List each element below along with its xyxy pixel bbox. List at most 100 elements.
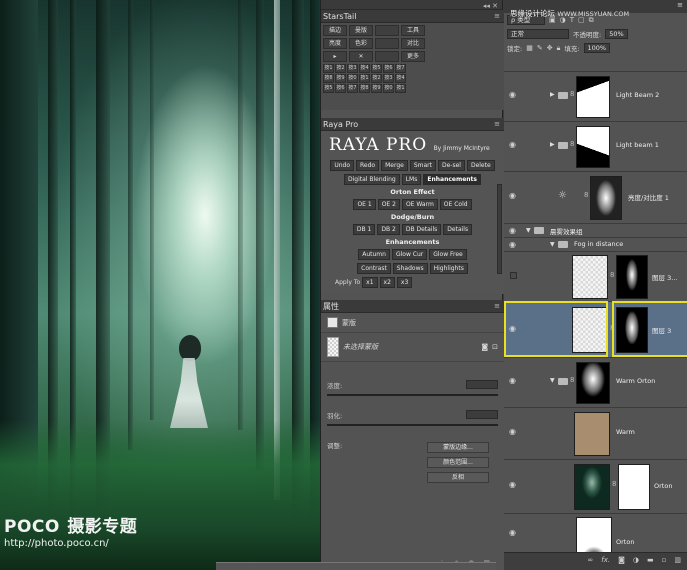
eye-icon[interactable]: ◉	[509, 480, 516, 489]
lock-transparent-icon[interactable]: ▦	[526, 44, 533, 53]
add-mask-icon[interactable]: ◙	[618, 556, 625, 567]
layer-mask-thumbnail[interactable]	[576, 76, 610, 118]
deselect-button[interactable]: De-sel	[437, 160, 465, 171]
st-small-button[interactable]: 按9	[335, 74, 346, 83]
st-small-button[interactable]: 按7	[395, 64, 406, 73]
layer-thumbnail[interactable]	[574, 464, 610, 510]
oe-cold-button[interactable]: OE Cold	[439, 199, 472, 210]
color-range-button[interactable]: 颜色范围...	[427, 457, 489, 468]
panel-menu-icon[interactable]: ≡	[494, 300, 500, 313]
apply-x3-button[interactable]: x3	[396, 277, 413, 288]
st-small-button[interactable]: 按1	[323, 64, 334, 73]
details-button[interactable]: Details	[443, 224, 473, 235]
st-button[interactable]: ✕	[349, 51, 373, 62]
pixel-mask-icon[interactable]: ◙	[481, 343, 488, 351]
undo-button[interactable]: Undo	[330, 160, 355, 171]
autumn-button[interactable]: Autumn	[358, 249, 390, 260]
link-icon[interactable]: 8	[610, 271, 614, 279]
st-small-button[interactable]: 按8	[359, 84, 370, 93]
fill-input[interactable]: 100%	[583, 43, 611, 53]
st-small-button[interactable]: 按4	[359, 64, 370, 73]
lock-paint-icon[interactable]: ✎	[537, 44, 543, 53]
link-layers-icon[interactable]: ∞	[587, 556, 593, 567]
eye-icon[interactable]: ◉	[509, 90, 516, 99]
tab-lms[interactable]: LMs	[401, 174, 422, 185]
panel-menu-icon[interactable]: ≡	[494, 10, 500, 23]
st-small-button[interactable]: 按9	[371, 84, 382, 93]
opacity-input[interactable]: 50%	[605, 29, 628, 39]
st-small-button[interactable]: 按4	[395, 74, 406, 83]
delete-button[interactable]: Delete	[466, 160, 495, 171]
layer-row[interactable]: ◉ ▶ 8 Light beam 1	[504, 121, 687, 171]
st-button[interactable]: 色彩	[349, 38, 373, 49]
group-row[interactable]: ◉ ▼ 晨雾效果组	[504, 223, 687, 237]
st-button[interactable]	[375, 38, 399, 49]
adjustment-layer-icon[interactable]: ◑	[633, 556, 639, 567]
st-small-button[interactable]: 按5	[371, 64, 382, 73]
st-small-button[interactable]: 按0	[347, 74, 358, 83]
layer-mask-thumbnail[interactable]	[618, 464, 650, 510]
raya-scrollbar[interactable]	[497, 184, 502, 274]
vector-mask-icon[interactable]: ⊡	[492, 343, 498, 351]
st-small-button[interactable]: 按0	[383, 84, 394, 93]
eye-icon[interactable]: ◉	[509, 140, 516, 149]
layer-thumbnail[interactable]	[574, 412, 610, 456]
starstail-tab[interactable]: StarsTail ≡	[321, 10, 504, 23]
db2-button[interactable]: DB 2	[377, 224, 400, 235]
layer-row[interactable]: ◉ ▶ 8 Light Beam 2	[504, 71, 687, 121]
apply-x1-button[interactable]: x1	[362, 277, 378, 288]
properties-tab[interactable]: 属性 ≡	[321, 300, 504, 313]
st-button[interactable]: 亮度	[323, 38, 347, 49]
st-small-button[interactable]: 按3	[347, 64, 358, 73]
st-button[interactable]: 工具	[401, 25, 425, 36]
lock-move-icon[interactable]: ✥	[547, 44, 553, 53]
photo-canvas[interactable]: POCO 摄影专题 http://photo.poco.cn/	[0, 0, 320, 570]
eye-icon[interactable]: ◉	[509, 240, 516, 249]
st-small-button[interactable]: 按6	[335, 84, 346, 93]
st-button[interactable]	[375, 25, 399, 36]
merge-button[interactable]: Merge	[381, 160, 408, 171]
tab-enhancements[interactable]: Enhancements	[423, 174, 481, 185]
horizontal-scrollbar[interactable]	[216, 562, 496, 570]
layer-row[interactable]: ◉ ☼ 8 亮度/对比度 1	[504, 171, 687, 223]
st-small-button[interactable]: 按7	[347, 84, 358, 93]
mask-edge-button[interactable]: 蒙版边缘...	[427, 442, 489, 453]
visibility-toggle[interactable]	[510, 272, 517, 279]
link-icon[interactable]: 8	[570, 140, 574, 148]
oe2-button[interactable]: OE 2	[377, 199, 400, 210]
eye-icon[interactable]: ◉	[509, 427, 516, 436]
highlights-button[interactable]: Highlights	[429, 263, 468, 274]
chevron-right-icon[interactable]: ▶	[550, 91, 555, 98]
db1-button[interactable]: DB 1	[352, 224, 376, 235]
st-small-button[interactable]: 按8	[323, 74, 334, 83]
st-button[interactable]: ▸	[323, 51, 347, 62]
mask-thumbnail[interactable]	[327, 337, 339, 357]
eye-icon[interactable]: ◉	[509, 191, 516, 200]
smart-button[interactable]: Smart	[409, 160, 436, 171]
panel-menu-icon[interactable]: ≡	[494, 118, 500, 131]
glow-cur-button[interactable]: Glow Cur	[391, 249, 428, 260]
chevron-down-icon[interactable]: ▼	[526, 227, 531, 234]
link-icon[interactable]: 8	[570, 376, 574, 384]
contrast-button[interactable]: Contrast	[357, 263, 391, 274]
layer-mask-thumbnail[interactable]	[590, 176, 622, 220]
new-layer-icon[interactable]: ▫	[662, 556, 667, 567]
layer-thumbnail[interactable]	[576, 517, 612, 552]
group-row[interactable]: ◉ ▼ Fog in distance	[504, 237, 687, 251]
st-button[interactable]: 描边	[323, 25, 347, 36]
link-icon[interactable]: 8	[584, 191, 588, 199]
eye-icon[interactable]: ◉	[509, 376, 516, 385]
layer-row[interactable]: ◉ Warm	[504, 407, 687, 459]
panel-menu-icon[interactable]: ≡	[677, 1, 683, 9]
st-small-button[interactable]: 按2	[371, 74, 382, 83]
chevron-right-icon[interactable]: ▶	[550, 141, 555, 148]
db-details-button[interactable]: DB Details	[401, 224, 442, 235]
glow-free-button[interactable]: Glow Free	[429, 249, 467, 260]
oe-warm-button[interactable]: OE Warm	[401, 199, 438, 210]
link-icon[interactable]: 8	[570, 90, 574, 98]
layer-thumbnail[interactable]	[572, 255, 608, 299]
feather-input[interactable]	[466, 410, 498, 419]
st-small-button[interactable]: 按1	[395, 84, 406, 93]
eye-icon[interactable]: ◉	[509, 528, 516, 537]
tab-digital-blending[interactable]: Digital Blending	[343, 174, 400, 185]
